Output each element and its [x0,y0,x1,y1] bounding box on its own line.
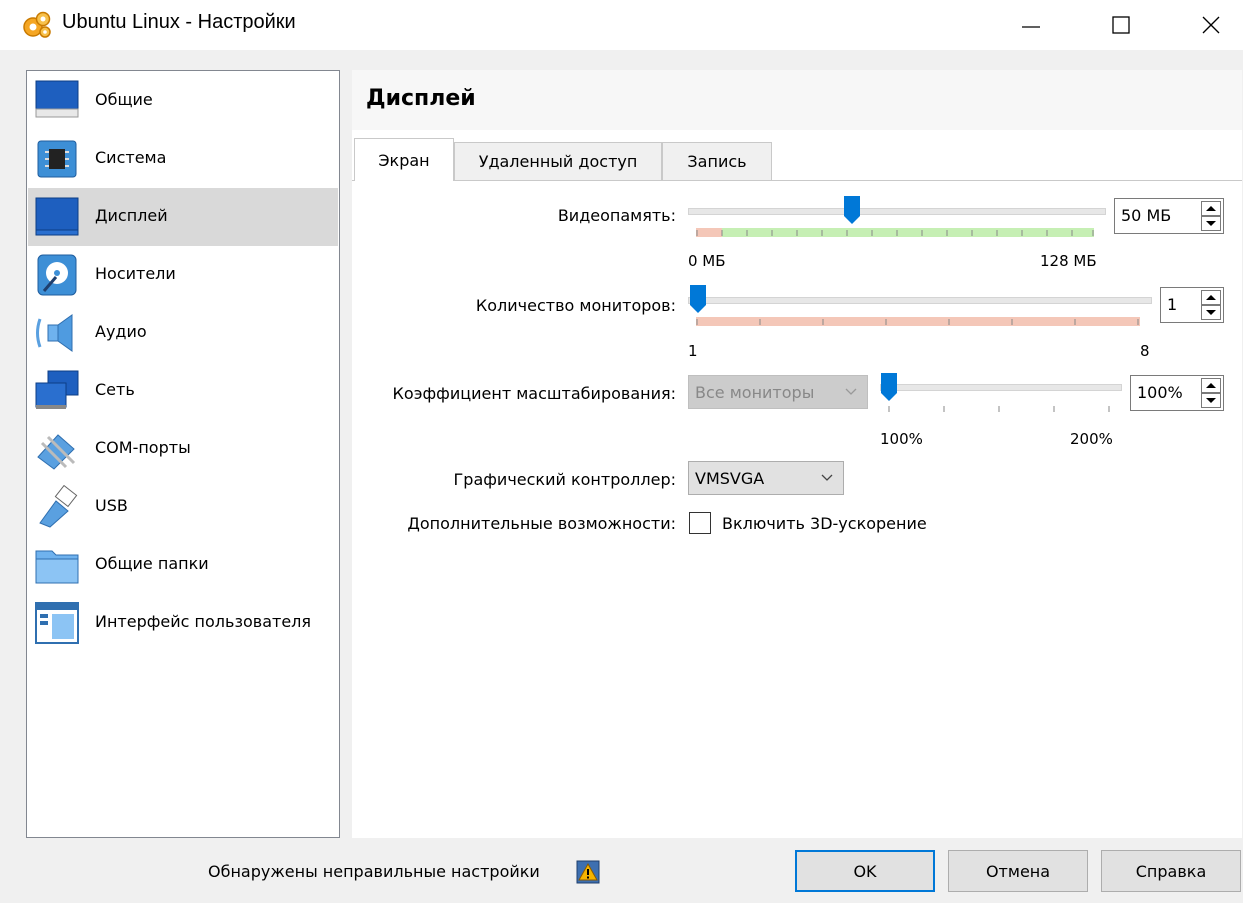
spin-arrows-icon[interactable] [1201,201,1221,231]
help-button[interactable]: Справка [1101,850,1241,892]
sidebar-item-label: Аудио [95,322,147,341]
scale-factor-value: 100% [1137,383,1183,402]
page-title: Дисплей [366,86,476,111]
sidebar-item-usb[interactable]: USB [28,478,338,536]
close-button[interactable] [1180,0,1242,50]
monitor-count-spinbox[interactable]: 1 [1160,287,1224,323]
sidebar-item-label: COM-порты [95,438,191,457]
gear-cluster-icon [23,11,51,38]
sidebar-item-label: USB [95,496,128,515]
invalid-settings-warning: Обнаружены неправильные настройки [208,862,540,881]
tab-pane-border [352,180,1242,181]
spin-arrows-icon[interactable] [1201,290,1221,320]
monitor-count-ticks [696,319,1139,325]
sidebar-item-label: Носители [95,264,176,283]
video-memory-min-label: 0 МБ [688,252,726,270]
monitor-count-slider-track[interactable] [688,297,1152,304]
chevron-down-icon [821,474,833,481]
sidebar-item-label: Интерфейс пользователя [95,612,312,631]
video-memory-max-label: 128 МБ [1040,252,1097,270]
scale-factor-slider-track[interactable] [880,384,1122,391]
graphics-controller-value: VMSVGA [695,469,765,488]
monitor-general-icon [35,80,79,118]
sidebar-item-shared-folders[interactable]: Общие папки [28,536,338,594]
tab-screen[interactable]: Экран [354,138,454,181]
tab-recording[interactable]: Запись [662,142,772,180]
sidebar-item-display[interactable]: Дисплей [28,188,338,246]
video-memory-label: Видеопамять: [557,206,676,225]
minimize-icon [1022,26,1040,28]
sidebar-item-storage[interactable]: Носители [28,246,338,304]
usb-icon [39,485,78,528]
video-memory-slider-track[interactable] [688,208,1106,215]
speaker-icon [36,314,73,352]
display-settings-panel: Дисплей Экран Удаленный доступ Запись Ви… [352,70,1242,838]
video-memory-ticks [696,230,1094,236]
sidebar-item-system[interactable]: Система [28,130,338,188]
user-interface-icon [35,602,79,644]
disk-icon [37,254,77,296]
sidebar-item-com-ports[interactable]: COM-порты [28,420,338,478]
display-icon [35,197,79,236]
sidebar-item-audio[interactable]: Аудио [28,304,338,362]
scale-factor-label: Коэффициент масштабирования: [392,384,676,403]
scale-factor-spinbox[interactable]: 100% [1130,375,1224,411]
title-bar: Ubuntu Linux - Настройки [0,0,1243,50]
sidebar-item-label: Общие папки [95,554,209,573]
page-header: Дисплей [352,70,1242,130]
scale-factor-ticks [888,406,1110,412]
sidebar-item-label: Сеть [95,380,135,399]
folder-icon [35,550,79,584]
chevron-down-icon [845,388,857,395]
video-memory-spinbox[interactable]: 50 МБ [1114,198,1224,234]
minimize-button[interactable] [1000,0,1062,50]
cancel-button[interactable]: Отмена [948,850,1088,892]
settings-sidebar: Общие Система Дисплей Носители Аудио Сет… [26,70,340,838]
network-icon [35,370,79,409]
sidebar-item-label: Дисплей [95,206,168,225]
tab-remote-display[interactable]: Удаленный доступ [454,142,662,180]
maximize-button[interactable] [1090,0,1152,50]
monitor-count-max-label: 8 [1140,342,1150,360]
graphics-controller-combo[interactable]: VMSVGA [688,461,844,495]
warning-icon[interactable] [576,860,600,884]
video-memory-slider-handle[interactable] [843,195,861,225]
sidebar-item-user-interface[interactable]: Интерфейс пользователя [28,594,338,652]
spin-arrows-icon[interactable] [1201,378,1221,408]
close-icon [1202,16,1220,34]
extended-features-label: Дополнительные возможности: [407,514,676,533]
window-title: Ubuntu Linux - Настройки [62,11,296,33]
sidebar-item-label: Система [95,148,167,167]
graphics-controller-label: Графический контроллер: [453,470,676,489]
monitor-count-min-label: 1 [688,342,698,360]
maximize-icon [1112,16,1130,34]
monitor-count-value: 1 [1167,295,1178,314]
scale-monitor-combo[interactable]: Все мониторы [688,375,868,409]
monitor-count-label: Количество мониторов: [475,296,676,315]
monitor-count-slider-handle[interactable] [689,284,707,314]
ok-button[interactable]: OK [795,850,935,892]
scale-monitor-value: Все мониторы [695,383,815,402]
enable-3d-acceleration-label[interactable]: Включить 3D-ускорение [722,514,927,533]
sidebar-item-label: Общие [95,90,153,109]
enable-3d-acceleration-checkbox[interactable] [689,512,711,534]
chip-icon [37,140,77,178]
sidebar-item-network[interactable]: Сеть [28,362,338,420]
sidebar-item-general[interactable]: Общие [28,72,338,130]
scale-factor-min-label: 100% [880,430,923,448]
video-memory-value: 50 МБ [1121,206,1172,225]
serial-port-icon [37,434,76,470]
scale-factor-slider-handle[interactable] [880,372,898,402]
scale-factor-max-label: 200% [1070,430,1113,448]
